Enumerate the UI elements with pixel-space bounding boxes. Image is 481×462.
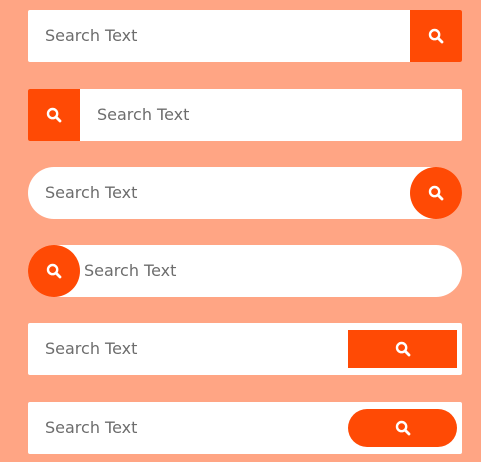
search-input[interactable]: Search Text (45, 402, 137, 454)
search-button[interactable] (410, 10, 462, 62)
search-icon (428, 185, 444, 201)
search-icon (395, 341, 411, 357)
search-icon (46, 107, 62, 123)
search-input[interactable]: Search Text (45, 167, 137, 219)
search-button[interactable] (348, 330, 457, 368)
search-icon (46, 263, 62, 279)
search-bar-6: Search Text (28, 402, 462, 454)
search-bar-4: Search Text (28, 245, 462, 297)
search-bar-2: Search Text (28, 89, 462, 141)
search-button[interactable] (28, 245, 80, 297)
search-bar-1: Search Text (28, 10, 462, 62)
search-icon (395, 420, 411, 436)
search-bar-3: Search Text (28, 167, 462, 219)
search-button[interactable] (28, 89, 80, 141)
search-icon (428, 28, 444, 44)
search-input[interactable]: Search Text (45, 10, 137, 62)
search-button[interactable] (348, 409, 457, 447)
search-input[interactable]: Search Text (45, 323, 137, 375)
search-bar-5: Search Text (28, 323, 462, 375)
search-input[interactable]: Search Text (84, 245, 176, 297)
search-input[interactable]: Search Text (97, 89, 189, 141)
search-button[interactable] (410, 167, 462, 219)
